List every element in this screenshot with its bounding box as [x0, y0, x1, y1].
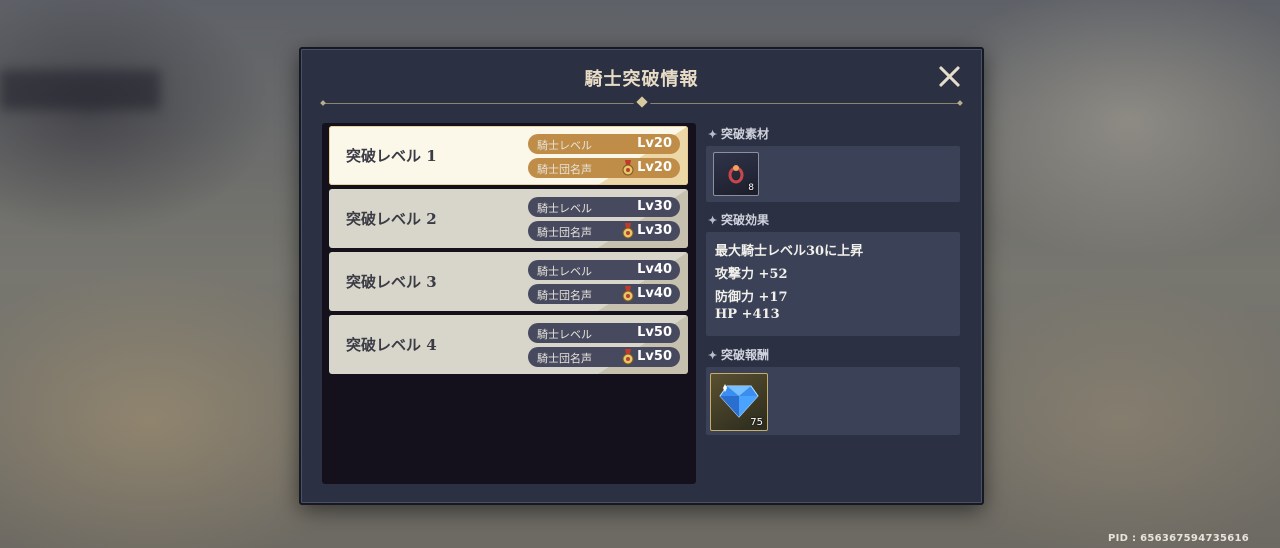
effect-line: 最大騎士レベル30に上昇 — [715, 244, 864, 259]
renown-value: Lv40 — [637, 286, 672, 301]
knight-level-value: Lv30 — [637, 199, 672, 214]
knight-level-label: 騎士レベル — [537, 328, 592, 341]
material-count: 8 — [748, 183, 754, 193]
rewards-panel: 75 — [706, 367, 960, 435]
diamond-icon — [719, 384, 759, 418]
background-shadow — [0, 70, 160, 110]
medal-icon — [622, 286, 634, 302]
renown-pill: 騎士団名声 Lv30 — [528, 221, 680, 241]
reward-count: 75 — [750, 417, 763, 428]
rewards-heading-text: 突破報酬 — [721, 348, 770, 362]
level-row-3[interactable]: 突破レベル 3 騎士レベル Lv40 騎士団名声 Lv40 — [329, 252, 688, 311]
knight-level-pill: 騎士レベル Lv30 — [528, 197, 680, 217]
effect-line: 攻撃力 +52 — [715, 267, 788, 282]
rewards-heading: ✦ 突破報酬 — [708, 346, 769, 363]
materials-panel: 8 — [706, 146, 960, 202]
knight-level-label: 騎士レベル — [537, 202, 592, 215]
level-label: 突破レベル 1 — [346, 147, 437, 165]
materials-heading: ✦ 突破素材 — [708, 125, 769, 142]
renown-value: Lv30 — [637, 223, 672, 238]
materials-heading-text: 突破素材 — [721, 127, 770, 141]
effects-heading-text: 突破効果 — [721, 213, 770, 227]
renown-value: Lv20 — [637, 160, 672, 175]
level-row-2[interactable]: 突破レベル 2 騎士レベル Lv30 騎士団名声 Lv30 — [329, 189, 688, 248]
knight-level-pill: 騎士レベル Lv20 — [528, 134, 680, 154]
material-slot[interactable]: 8 — [713, 152, 759, 196]
renown-pill: 騎士団名声 Lv50 — [528, 347, 680, 367]
knight-level-label: 騎士レベル — [537, 139, 592, 152]
knight-level-value: Lv40 — [637, 262, 672, 277]
dialog-title: 騎士突破情報 — [584, 69, 699, 90]
effects-panel: 最大騎士レベル30に上昇 攻撃力 +52 防御力 +17 HP +413 — [706, 232, 960, 336]
knight-level-value: Lv20 — [637, 136, 672, 151]
ring-icon — [728, 165, 744, 184]
close-icon[interactable] — [936, 63, 964, 91]
renown-value: Lv50 — [637, 349, 672, 364]
divider-ornament-icon — [635, 96, 648, 108]
medal-icon — [622, 223, 634, 239]
renown-label: 騎士団名声 — [537, 226, 592, 239]
breakthrough-info-dialog: 騎士突破情報 突破レベル 1 騎士レベル Lv20 騎士団名声 Lv20 突破レ… — [299, 47, 984, 505]
sparkle-icon: ✦ — [708, 128, 718, 141]
renown-label: 騎士団名声 — [537, 289, 592, 302]
sparkle-icon: ✦ — [708, 214, 718, 227]
renown-pill: 騎士団名声 Lv40 — [528, 284, 680, 304]
title-divider — [323, 96, 960, 108]
level-row-4[interactable]: 突破レベル 4 騎士レベル Lv50 騎士団名声 Lv50 — [329, 315, 688, 374]
renown-label: 騎士団名声 — [537, 163, 592, 176]
effect-line: 防御力 +17 — [715, 290, 788, 305]
effect-line: HP +413 — [715, 307, 780, 322]
knight-level-pill: 騎士レベル Lv50 — [528, 323, 680, 343]
breakthrough-level-list: 突破レベル 1 騎士レベル Lv20 騎士団名声 Lv20 突破レベル 2 騎士… — [322, 123, 696, 484]
knight-level-value: Lv50 — [637, 325, 672, 340]
level-label: 突破レベル 2 — [346, 210, 437, 228]
sparkle-icon: ✦ — [708, 349, 718, 362]
renown-pill: 騎士団名声 Lv20 — [528, 158, 680, 178]
renown-label: 騎士団名声 — [537, 352, 592, 365]
medal-icon — [622, 160, 634, 176]
level-row-1[interactable]: 突破レベル 1 騎士レベル Lv20 騎士団名声 Lv20 — [329, 126, 688, 185]
player-id-text: PID : 656367594735616 — [1108, 533, 1249, 544]
knight-level-label: 騎士レベル — [537, 265, 592, 278]
level-label: 突破レベル 3 — [346, 273, 437, 291]
knight-level-pill: 騎士レベル Lv40 — [528, 260, 680, 280]
reward-slot[interactable]: 75 — [710, 373, 768, 431]
effects-heading: ✦ 突破効果 — [708, 211, 769, 228]
medal-icon — [622, 349, 634, 365]
level-label: 突破レベル 4 — [346, 336, 437, 354]
